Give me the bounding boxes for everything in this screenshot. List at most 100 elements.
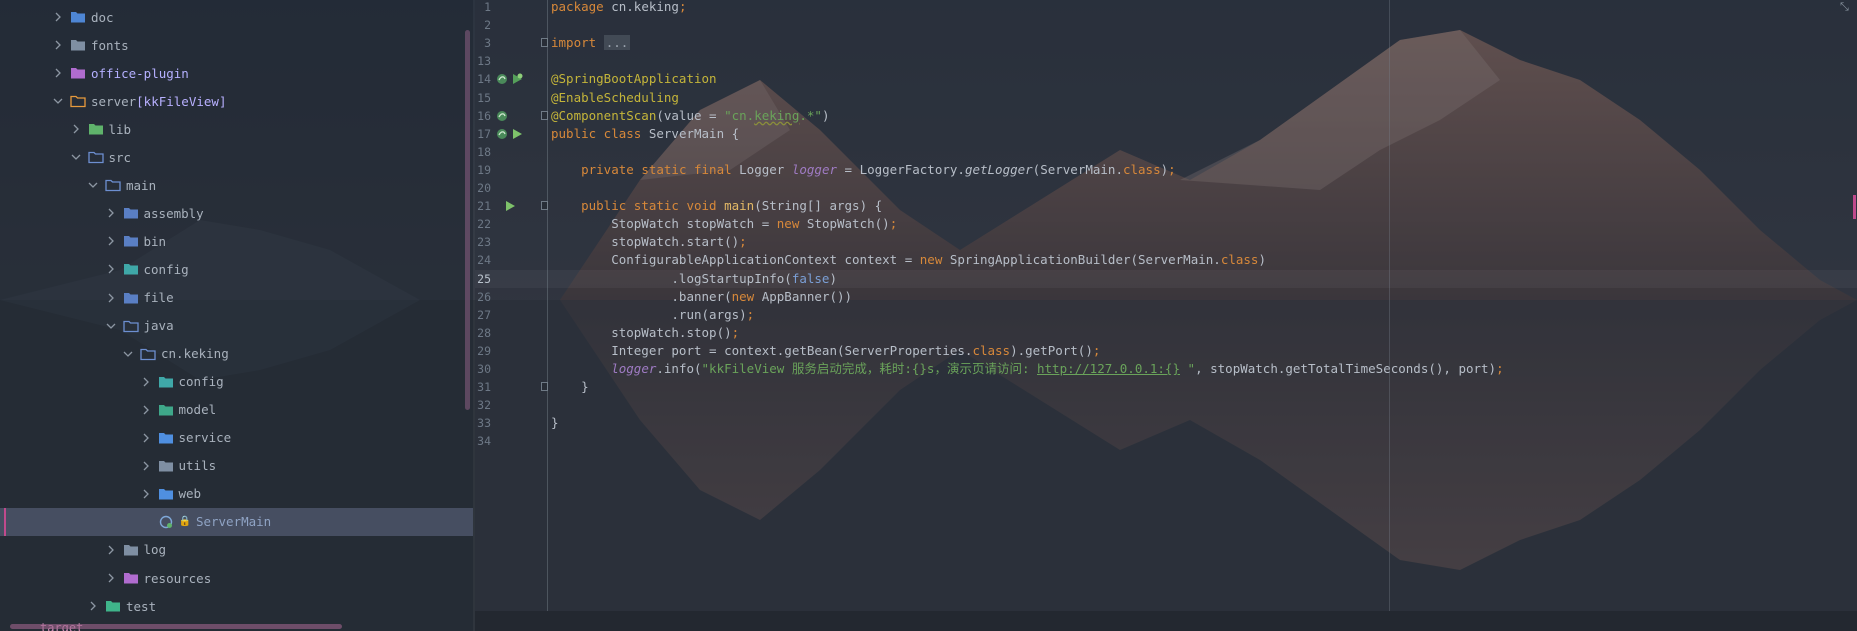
chevron-right-icon[interactable] — [50, 12, 66, 22]
code-line[interactable]: 15 @EnableScheduling — [475, 89, 1857, 107]
tree-item-src[interactable]: src — [0, 143, 473, 171]
chevron-right-icon[interactable] — [103, 236, 119, 246]
tree-item-bin[interactable]: bin — [0, 227, 473, 255]
tree-item-doc[interactable]: doc — [0, 3, 473, 31]
code-line[interactable]: 23 stopWatch.start(); — [475, 233, 1857, 251]
tree-item-office-plugin[interactable]: office-plugin — [0, 59, 473, 87]
code-token: Logger — [739, 161, 792, 177]
code-token: ; — [1092, 342, 1101, 358]
tree-item-config[interactable]: config — [0, 368, 473, 396]
bean-icon[interactable] — [495, 72, 509, 86]
run-gutter-bean-icon[interactable] — [510, 72, 524, 86]
tree-item-config[interactable]: config — [0, 255, 473, 283]
chevron-right-icon[interactable] — [103, 264, 119, 274]
chevron-down-icon[interactable] — [68, 152, 84, 162]
tree-item-servermain[interactable]: 🔒 ServerMain — [0, 507, 473, 536]
tree-item-fonts[interactable]: fonts — [0, 31, 473, 59]
code-token: new — [919, 252, 950, 268]
tree-item-label: lib — [108, 121, 132, 137]
code-token: .logStartupInfo( — [551, 270, 792, 286]
code-line[interactable]: 34 — [475, 432, 1857, 450]
chevron-down-icon[interactable] — [50, 96, 66, 106]
chevron-right-icon[interactable] — [85, 601, 101, 611]
tree-item-utils[interactable]: utils — [0, 452, 473, 480]
chevron-right-icon[interactable] — [50, 40, 66, 50]
code-line[interactable]: 21 public static void main(String[] args… — [475, 197, 1857, 215]
chevron-right-icon[interactable] — [138, 377, 154, 387]
chevron-right-icon[interactable] — [103, 293, 119, 303]
line-number: 18 — [477, 144, 491, 159]
chevron-right-icon[interactable] — [103, 545, 119, 555]
tree-item-service[interactable]: service — [0, 424, 473, 452]
tree-item-server[interactable]: server [kkFileView] — [0, 87, 473, 115]
code-token: ; — [731, 324, 740, 340]
code-line[interactable]: 18 — [475, 143, 1857, 161]
tree-item-model[interactable]: model — [0, 396, 473, 424]
chevron-down-icon[interactable] — [103, 321, 119, 331]
code-token: logger — [611, 361, 657, 376]
code-line[interactable]: 17 public class ServerMain { — [475, 125, 1857, 143]
line-number: 34 — [477, 434, 491, 449]
tree-item-resources[interactable]: resources — [0, 564, 473, 592]
bean-icon[interactable] — [495, 127, 509, 141]
log-folder-icon — [123, 543, 139, 557]
chevron-right-icon[interactable] — [50, 68, 66, 78]
code-line[interactable]: 31 } — [475, 378, 1857, 396]
run-icon[interactable] — [503, 199, 517, 213]
tree-item-test[interactable]: test — [0, 592, 473, 620]
code-line[interactable]: 25 .logStartupInfo(false) — [475, 269, 1857, 288]
code-line[interactable]: 20 — [475, 179, 1857, 197]
run-icon[interactable] — [510, 127, 524, 141]
code-editor[interactable]: 1 package cn.keking; 2 3 import ... 13 14 @Spri… — [475, 0, 1857, 631]
tree-item-file[interactable]: file — [0, 284, 473, 312]
code-line[interactable]: 33} — [475, 414, 1857, 432]
code-line[interactable]: 19 private static final Logger logger = … — [475, 161, 1857, 179]
tree-item-java[interactable]: java — [0, 312, 473, 340]
code-line[interactable]: 13 — [475, 52, 1857, 70]
code-line[interactable]: 28 stopWatch.stop(); — [475, 324, 1857, 342]
code-line[interactable]: 1 package cn.keking; — [475, 0, 1857, 16]
code-text: Integer port = context.getBean(ServerPro… — [551, 342, 1100, 360]
notifications-icon[interactable]: ⤡ — [1840, 0, 1856, 13]
chevron-right-icon[interactable] — [138, 461, 154, 471]
tree-item-label: src — [108, 149, 132, 165]
tree-vertical-scrollbar[interactable] — [465, 30, 470, 410]
code-line[interactable]: 22 StopWatch stopWatch = new StopWatch()… — [475, 215, 1857, 233]
code-line[interactable]: 2 — [475, 16, 1857, 34]
chevron-right-icon[interactable] — [68, 124, 84, 134]
tree-item-log[interactable]: log — [0, 536, 473, 564]
folder-open-icon — [122, 319, 139, 333]
code-text: StopWatch stopWatch = new StopWatch(); — [551, 215, 897, 233]
tree-item-main[interactable]: main — [0, 171, 473, 199]
chevron-down-icon[interactable] — [120, 349, 136, 359]
code-line[interactable]: 32 — [475, 396, 1857, 414]
code-line[interactable]: 29 Integer port = context.getBean(Server… — [475, 342, 1857, 360]
code-line[interactable]: 24 ConfigurableApplicationContext contex… — [475, 251, 1857, 269]
code-token: stopWatch.start() — [551, 234, 740, 250]
line-number: 15 — [477, 90, 491, 105]
chevron-right-icon[interactable] — [138, 489, 154, 499]
code-line[interactable]: 16 @ComponentScan(value = "cn.keking.*") — [475, 107, 1857, 125]
bean-icon[interactable] — [495, 109, 509, 123]
code-line[interactable]: 30 logger.info("kkFileView 服务启动完成，耗时:{}s… — [475, 360, 1857, 378]
chevron-right-icon[interactable] — [103, 208, 119, 218]
tree-item-assembly[interactable]: assembly — [0, 199, 473, 227]
code-text: import ... — [551, 34, 631, 52]
tree-item-cn-keking[interactable]: cn.keking — [0, 340, 473, 368]
chevron-right-icon[interactable] — [138, 433, 154, 443]
code-line[interactable]: 27 .run(args); — [475, 306, 1857, 324]
chevron-down-icon[interactable] — [85, 180, 101, 190]
code-line[interactable]: 14 @SpringBootApplication — [475, 70, 1857, 88]
folder-fonts-icon — [70, 38, 86, 52]
tree-horizontal-scrollbar[interactable] — [10, 624, 342, 629]
code-line[interactable]: 26 .banner(new AppBanner()) — [475, 288, 1857, 306]
tree-item-label: main — [126, 177, 157, 193]
code-text: @ComponentScan(value = "cn.keking.*") — [551, 107, 829, 125]
tree-item-label: config — [143, 261, 189, 277]
tree-item-web[interactable]: web — [0, 480, 473, 508]
code-line[interactable]: 3 import ... — [475, 34, 1857, 52]
code-token: getLogger — [964, 161, 1033, 177]
chevron-right-icon[interactable] — [138, 405, 154, 415]
chevron-right-icon[interactable] — [103, 573, 119, 583]
tree-item-lib[interactable]: lib — [0, 115, 473, 143]
